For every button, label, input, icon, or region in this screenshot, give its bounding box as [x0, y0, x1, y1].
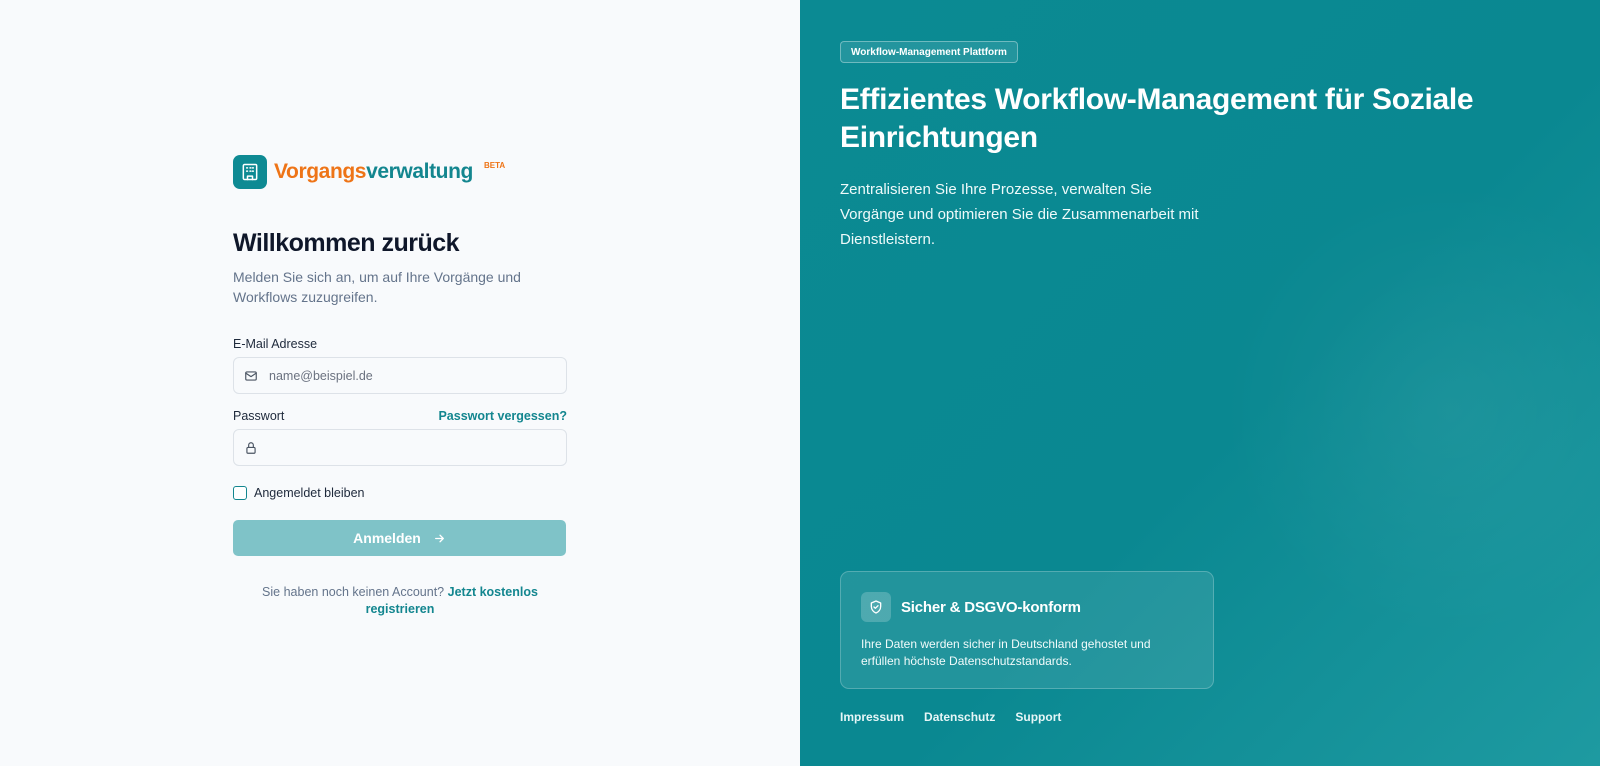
lock-icon — [246, 441, 256, 454]
remember-label[interactable]: Angemeldet bleiben — [254, 486, 365, 500]
login-button[interactable]: Anmelden — [233, 520, 566, 556]
register-prompt: Sie haben noch keinen Account? Jetzt kos… — [233, 584, 567, 618]
security-card-header: Sicher & DSGVO-konform — [861, 592, 1193, 622]
login-button-label: Anmelden — [353, 530, 421, 546]
footer-links: Impressum Datenschutz Support — [840, 710, 1061, 724]
password-row: Passwort Passwort vergessen? — [233, 409, 567, 423]
email-label: E-Mail Adresse — [233, 337, 318, 351]
brand-name-part2: verwaltung — [366, 160, 473, 183]
shield-check-icon — [861, 592, 891, 622]
footer-link-support[interactable]: Support — [1015, 710, 1061, 724]
security-card-text: Ihre Daten werden sicher in Deutschland … — [861, 637, 1151, 668]
promo-intro: Zentralisieren Sie Ihre Prozesse, verwal… — [840, 181, 1199, 248]
footer-link-datenschutz[interactable]: Datenschutz — [924, 710, 995, 724]
brand-name: Vorgangsverwaltung — [274, 160, 473, 184]
platform-badge: Workflow-Management Plattform — [840, 41, 1018, 63]
promo-headline: Effizientes Workflow-Management für Sozi… — [840, 83, 1474, 154]
building-icon — [233, 155, 267, 189]
footer-link-impressum[interactable]: Impressum — [840, 710, 904, 724]
beta-badge: BETA — [483, 161, 506, 170]
brand-name-part1: Vorgangs — [274, 160, 367, 183]
email-field[interactable]: name@beispiel.de — [233, 357, 567, 394]
mail-icon — [245, 370, 257, 381]
page-title: Willkommen zurück — [233, 229, 460, 257]
security-card: Sicher & DSGVO-konform Ihre Daten werden… — [840, 571, 1214, 689]
register-prompt-text: Sie haben noch keinen Account? — [262, 585, 445, 599]
email-placeholder: name@beispiel.de — [269, 368, 373, 383]
password-field[interactable] — [233, 429, 567, 466]
security-card-title: Sicher & DSGVO-konform — [901, 598, 1081, 616]
arrow-right-icon — [434, 534, 444, 542]
login-form: Vorgangsverwaltung BETA Willkommen zurüc… — [233, 155, 567, 618]
page-subtitle: Melden Sie sich an, um auf Ihre Vorgänge… — [233, 269, 521, 305]
login-panel: Vorgangsverwaltung BETA Willkommen zurüc… — [0, 0, 800, 766]
remember-me: Angemeldet bleiben — [233, 486, 567, 500]
forgot-password-link[interactable]: Passwort vergessen? — [438, 409, 567, 423]
promo-panel: Workflow-Management Plattform Effiziente… — [800, 0, 1600, 766]
password-label: Passwort — [233, 409, 285, 423]
remember-checkbox[interactable] — [233, 486, 247, 500]
brand: Vorgangsverwaltung BETA — [233, 155, 567, 189]
